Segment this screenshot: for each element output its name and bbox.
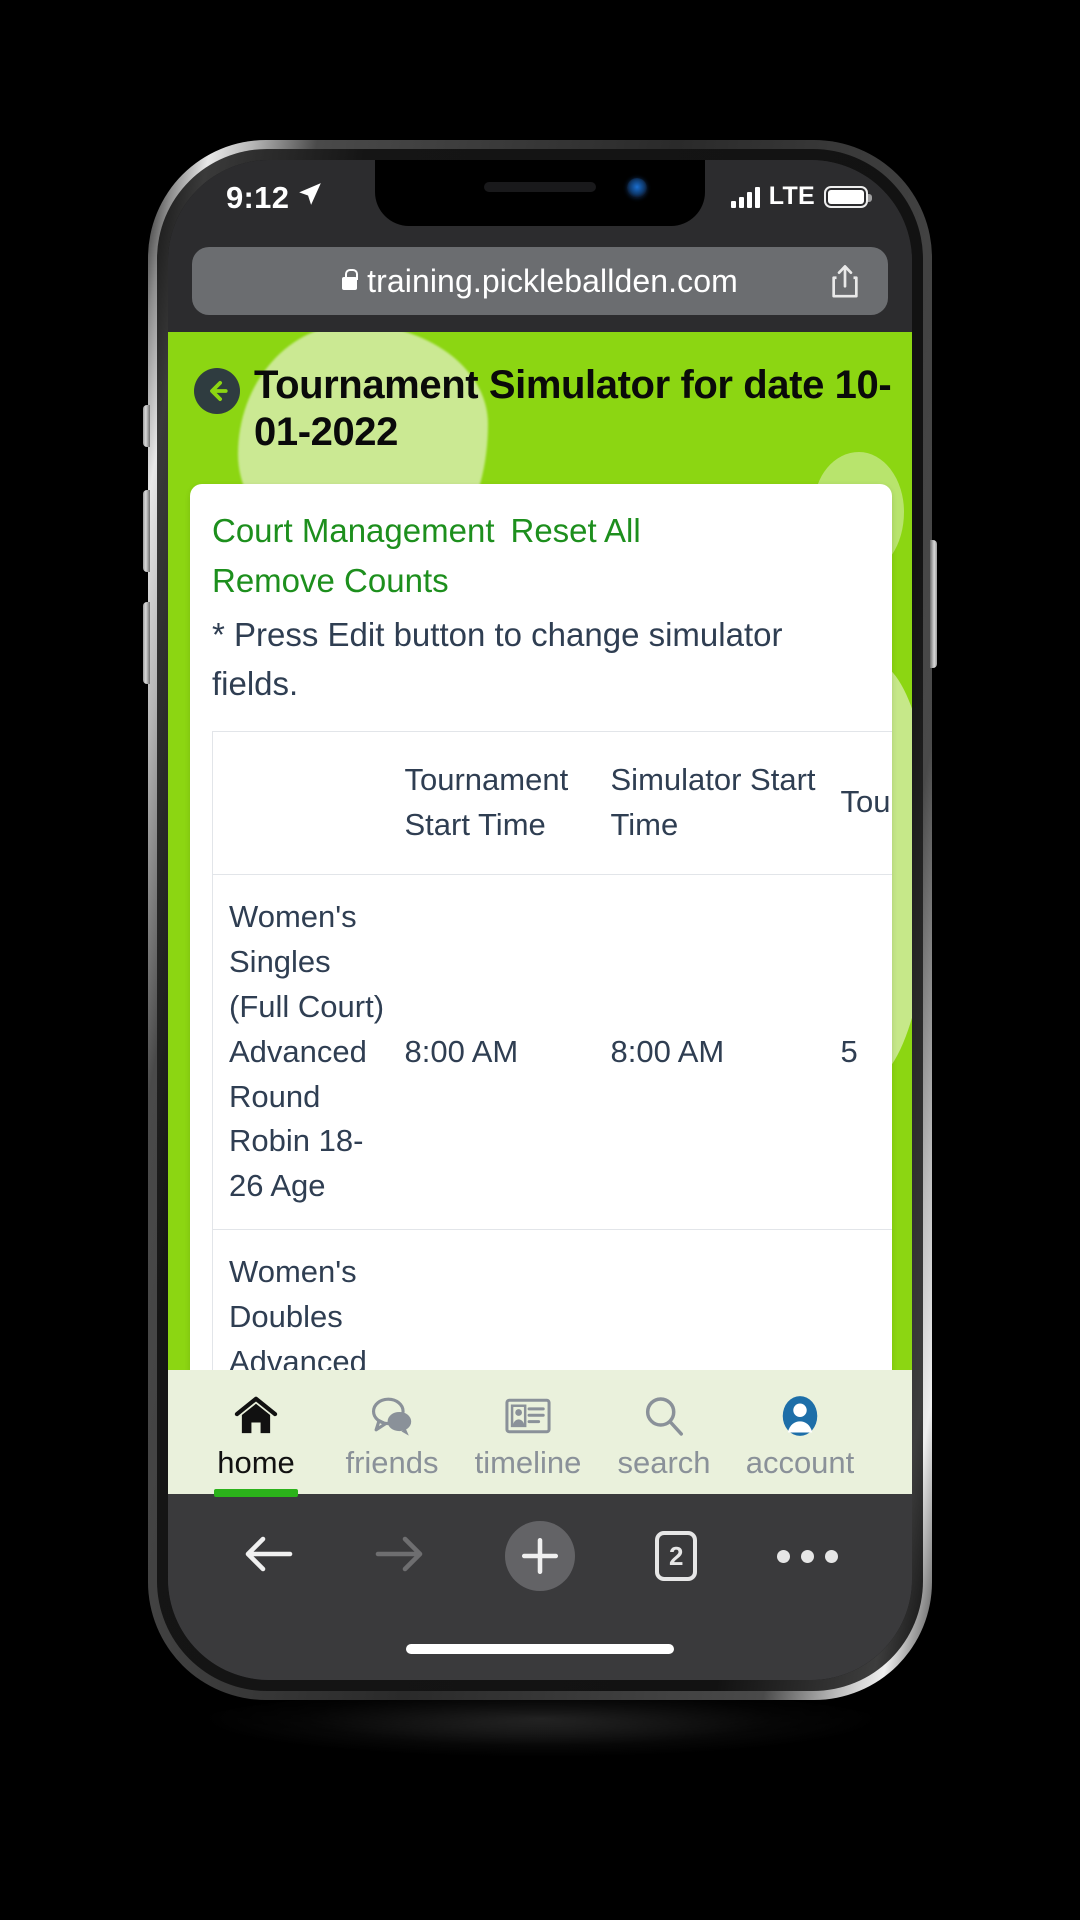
cell-tournament-start-time: 8:00 AM bbox=[388, 873, 595, 1230]
url-text: training.pickleballden.com bbox=[367, 262, 738, 299]
tab-search[interactable]: search bbox=[596, 1383, 732, 1481]
column-header-tournament-teams: Tour Tear bbox=[824, 730, 892, 875]
circle-arrow-left-icon[interactable] bbox=[194, 368, 240, 414]
simulator-card: Court Management Reset All Remove Counts … bbox=[190, 483, 892, 1370]
volume-down-button[interactable] bbox=[143, 602, 150, 684]
browser-toolbar: 2 bbox=[168, 1494, 912, 1618]
address-bar[interactable]: training.pickleballden.com bbox=[192, 247, 888, 315]
browser-forward-button bbox=[374, 1532, 426, 1581]
app-tab-bar: home friends timeline search account bbox=[168, 1370, 912, 1497]
tab-label: timeline bbox=[474, 1445, 582, 1480]
clock-label: 9:12 bbox=[226, 180, 290, 215]
status-bar-indicators: LTE bbox=[730, 182, 872, 211]
front-camera-icon bbox=[627, 178, 647, 198]
tabs-count-label: 2 bbox=[669, 1540, 684, 1571]
tabs-overview-button[interactable]: 2 bbox=[655, 1531, 698, 1581]
new-tab-button[interactable] bbox=[505, 1521, 576, 1591]
url-display[interactable]: training.pickleballden.com bbox=[342, 263, 738, 300]
table-row[interactable]: Women's Singles (Full Court) Advanced Ro… bbox=[212, 873, 892, 1230]
cell-event: Women's Singles (Full Court) Advanced Ro… bbox=[212, 873, 389, 1230]
chat-bubbles-icon bbox=[368, 1391, 416, 1441]
browser-address-bar-container: training.pickleballden.com bbox=[168, 244, 912, 332]
tab-label: account bbox=[745, 1445, 855, 1480]
cell-tournament-teams: 5 bbox=[824, 873, 892, 1230]
screen: 9:12 LTE training.pickleballden.com Tour… bbox=[168, 160, 912, 1680]
browser-back-button[interactable] bbox=[242, 1532, 294, 1581]
phone-screen-frame: 9:12 LTE training.pickleballden.com Tour… bbox=[168, 160, 912, 1680]
earpiece-speaker bbox=[484, 182, 596, 192]
table-header: Tournament Start Time Simulator Start Ti… bbox=[212, 730, 892, 875]
ellipsis-icon[interactable] bbox=[777, 1549, 839, 1563]
tab-home[interactable]: home bbox=[188, 1383, 324, 1497]
remove-counts-link[interactable]: Remove Counts bbox=[212, 562, 449, 599]
cell-tournament-teams: 9 bbox=[824, 1229, 892, 1370]
table-body: Women's Singles (Full Court) Advanced Ro… bbox=[212, 873, 892, 1370]
volume-up-button[interactable] bbox=[143, 490, 150, 572]
network-type-label: LTE bbox=[768, 182, 815, 210]
edit-hint-note: * Press Edit button to change simulator … bbox=[212, 615, 783, 703]
cell-simulator-start-time: 8:00 AM bbox=[594, 873, 825, 1230]
home-icon bbox=[233, 1391, 279, 1441]
page-header: Tournament Simulator for date 10-01-2022 bbox=[168, 332, 912, 466]
tab-timeline[interactable]: timeline bbox=[460, 1383, 596, 1481]
phone-device: 9:12 LTE training.pickleballden.com Tour… bbox=[143, 140, 937, 1700]
column-header-simulator-start-time: Simulator Start Time bbox=[594, 730, 825, 875]
reset-all-link[interactable]: Reset All bbox=[510, 512, 640, 549]
cell-tournament-start-time: 8:30 AM bbox=[388, 1229, 595, 1370]
table-header-row: Tournament Start Time Simulator Start Ti… bbox=[212, 730, 892, 875]
column-header-event bbox=[212, 730, 389, 875]
status-bar: 9:12 LTE bbox=[168, 160, 912, 244]
lock-icon bbox=[342, 268, 359, 290]
location-arrow-icon bbox=[297, 179, 323, 215]
home-indicator-area bbox=[168, 1618, 912, 1680]
status-bar-clock: 9:12 bbox=[226, 180, 323, 216]
tab-label: friends bbox=[345, 1445, 439, 1480]
tab-account[interactable]: account bbox=[732, 1383, 868, 1481]
power-button[interactable] bbox=[930, 540, 937, 668]
contact-card-icon bbox=[505, 1391, 551, 1441]
cell-simulator-start-time: 10:00 AM bbox=[594, 1229, 825, 1370]
tab-label: search bbox=[617, 1445, 711, 1480]
tab-label: home bbox=[217, 1445, 295, 1480]
simulator-table: Tournament Start Time Simulator Start Ti… bbox=[212, 730, 892, 1370]
share-icon[interactable] bbox=[828, 263, 862, 306]
table-row[interactable]: Women's Doubles Advanced Round Robin 27-… bbox=[212, 1229, 892, 1370]
notch bbox=[375, 160, 705, 226]
magnifier-icon bbox=[642, 1391, 686, 1441]
cell-event: Women's Doubles Advanced Round Robin 27-… bbox=[212, 1229, 389, 1370]
column-header-tournament-start-time: Tournament Start Time bbox=[388, 730, 595, 875]
card-action-links: Court Management Reset All Remove Counts bbox=[190, 506, 892, 606]
user-avatar-icon bbox=[777, 1391, 823, 1441]
home-indicator[interactable] bbox=[406, 1644, 674, 1654]
court-management-link[interactable]: Court Management bbox=[212, 512, 494, 549]
page-title: Tournament Simulator for date 10-01-2022 bbox=[254, 363, 892, 454]
web-page-content: Tournament Simulator for date 10-01-2022… bbox=[168, 332, 912, 1370]
device-shadow bbox=[196, 1690, 886, 1758]
cellular-bars-icon bbox=[730, 186, 760, 208]
tab-friends[interactable]: friends bbox=[324, 1383, 460, 1481]
battery-full-icon bbox=[824, 185, 872, 208]
mute-switch[interactable] bbox=[143, 405, 150, 447]
